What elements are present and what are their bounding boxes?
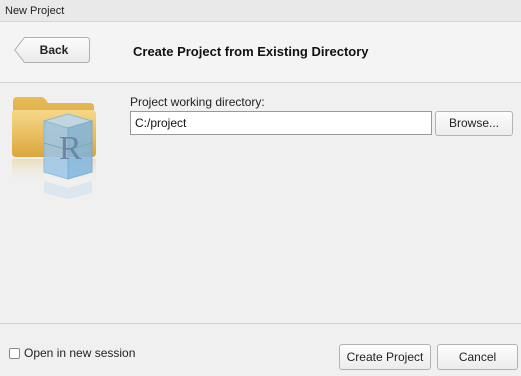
- project-directory-input[interactable]: [130, 111, 432, 135]
- folder-r-project-icon: R: [8, 93, 112, 205]
- open-new-session-checkbox[interactable]: [9, 347, 20, 359]
- back-button-label: Back: [39, 43, 69, 57]
- wizard-header: Back Create Project from Existing Direct…: [0, 22, 521, 83]
- window-titlebar: New Project: [0, 0, 521, 22]
- create-project-button[interactable]: Create Project: [339, 344, 431, 370]
- svg-text:R: R: [59, 130, 82, 167]
- window-title: New Project: [5, 5, 65, 17]
- open-new-session-option[interactable]: Open in new session: [9, 346, 135, 360]
- cancel-button[interactable]: Cancel: [437, 344, 518, 370]
- page-title: Create Project from Existing Directory: [133, 44, 369, 59]
- project-directory-label: Project working directory:: [130, 95, 265, 109]
- open-new-session-label: Open in new session: [24, 346, 136, 360]
- browse-button[interactable]: Browse...: [435, 111, 513, 136]
- footer-divider: [0, 323, 521, 324]
- back-button[interactable]: Back: [14, 37, 90, 63]
